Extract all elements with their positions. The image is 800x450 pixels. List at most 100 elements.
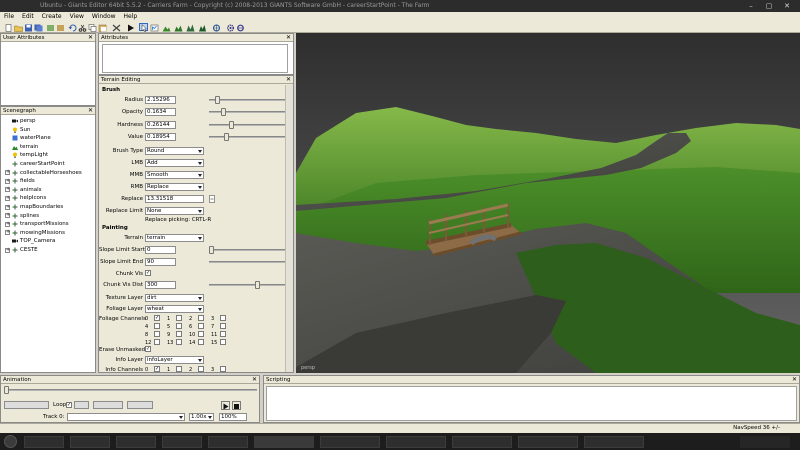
close-icon[interactable]: ✕ — [88, 34, 93, 42]
rmb-select[interactable]: Replace — [145, 183, 204, 191]
play-button[interactable] — [221, 401, 230, 410]
slider-thumb[interactable] — [209, 246, 214, 254]
taskbar-item[interactable] — [452, 436, 512, 448]
scenegraph-item[interactable]: + collectableHorseshoes — [1, 169, 95, 177]
tools-icon[interactable] — [211, 23, 220, 32]
copy-icon[interactable] — [87, 23, 97, 32]
expand-icon[interactable]: + — [5, 221, 10, 227]
channel-checkbox[interactable]: ✓ — [154, 315, 160, 321]
mmb-select[interactable]: Smooth — [145, 171, 204, 179]
hardness-slider[interactable] — [209, 121, 291, 129]
channel-checkbox[interactable] — [198, 339, 204, 345]
network-icon[interactable] — [235, 23, 244, 32]
replace-pick-icon[interactable] — [209, 195, 215, 203]
channel-checkbox[interactable] — [154, 323, 160, 329]
foliage-paint-icon[interactable] — [185, 23, 195, 32]
radius-slider[interactable] — [209, 96, 291, 104]
channel-checkbox[interactable] — [220, 323, 226, 329]
close-icon[interactable]: ✕ — [780, 2, 794, 10]
open-folder-icon[interactable] — [13, 23, 23, 32]
expand-icon[interactable]: + — [5, 204, 10, 210]
texture-layer-select[interactable]: dirt — [145, 294, 204, 302]
opacity-field[interactable]: 0.1634 — [145, 108, 176, 116]
timeline-slider[interactable] — [4, 386, 257, 394]
scenegraph-item[interactable]: terrain — [1, 143, 95, 151]
taskbar-item[interactable] — [116, 436, 156, 448]
start-icon[interactable] — [4, 435, 17, 448]
channel-checkbox[interactable] — [220, 339, 226, 345]
channel-checkbox[interactable] — [176, 339, 182, 345]
erase-unmasked-checkbox[interactable]: ✓ — [145, 346, 151, 352]
scenegraph-item[interactable]: waterPlane — [1, 134, 95, 142]
play-icon[interactable] — [125, 23, 134, 32]
channel-checkbox[interactable] — [220, 331, 226, 337]
close-icon[interactable]: ✕ — [88, 107, 93, 115]
taskbar-item[interactable] — [162, 436, 202, 448]
save-icon[interactable] — [23, 23, 32, 32]
channel-checkbox[interactable] — [176, 315, 182, 321]
expand-icon[interactable]: + — [5, 230, 10, 236]
taskbar-item-active[interactable] — [254, 436, 314, 448]
close-icon[interactable]: ✕ — [286, 76, 291, 84]
slope-limit-start-slider[interactable] — [209, 246, 291, 254]
new-file-icon[interactable] — [3, 23, 12, 32]
expand-icon[interactable]: + — [5, 170, 10, 176]
slope-limit-end-field[interactable]: 90 — [145, 258, 176, 266]
stop-button[interactable] — [232, 401, 241, 410]
menu-help[interactable]: Help — [120, 12, 142, 21]
scenegraph-item[interactable]: persp — [1, 117, 95, 125]
import-icon[interactable] — [45, 23, 54, 31]
taskbar-item[interactable] — [320, 436, 380, 448]
taskbar-item[interactable] — [518, 436, 578, 448]
replace-limit-select[interactable]: None — [145, 207, 204, 215]
export-icon[interactable] — [55, 23, 64, 31]
menu-file[interactable]: File — [0, 12, 18, 21]
select-mode-icon[interactable] — [139, 23, 148, 32]
channel-checkbox[interactable] — [176, 331, 182, 337]
scenegraph-item[interactable]: + helpIcons — [1, 194, 95, 202]
scenegraph-item[interactable]: + mapBoundaries — [1, 203, 95, 211]
expand-icon[interactable]: + — [5, 187, 10, 193]
scenegraph-item[interactable]: + transportMissions — [1, 220, 95, 228]
expand-icon[interactable]: + — [5, 178, 10, 184]
track-select[interactable] — [67, 413, 185, 421]
channel-checkbox[interactable] — [176, 366, 182, 372]
scenegraph-item[interactable]: + splines — [1, 212, 95, 220]
scenegraph-item[interactable]: + CESTE — [1, 246, 95, 254]
maximize-icon[interactable]: ▢ — [762, 2, 776, 10]
slider-thumb[interactable] — [224, 133, 229, 141]
opacity-slider[interactable] — [209, 108, 291, 116]
scenegraph-item[interactable]: tempLight — [1, 151, 95, 159]
slope-limit-start-field[interactable]: 0 — [145, 246, 176, 254]
taskbar-item[interactable] — [70, 436, 110, 448]
close-icon[interactable]: ✕ — [286, 34, 291, 42]
menu-window[interactable]: Window — [88, 12, 120, 21]
channel-checkbox[interactable] — [154, 331, 160, 337]
scenegraph-item[interactable]: Sun — [1, 126, 95, 134]
scrollbar[interactable] — [285, 85, 293, 372]
terrain-sculpt-icon[interactable] — [161, 23, 171, 32]
save-all-icon[interactable] — [33, 23, 43, 32]
channel-checkbox[interactable]: ✓ — [154, 366, 160, 372]
menu-edit[interactable]: Edit — [18, 12, 38, 21]
expand-icon[interactable]: + — [5, 247, 10, 253]
channel-checkbox[interactable] — [198, 315, 204, 321]
info-layer-icon[interactable] — [197, 23, 206, 32]
channel-checkbox[interactable] — [176, 323, 182, 329]
move-icon[interactable] — [149, 23, 159, 32]
close-icon[interactable]: ✕ — [252, 376, 257, 384]
taskbar-item[interactable] — [208, 436, 248, 448]
channel-checkbox[interactable] — [220, 366, 226, 372]
chunk-vis-checkbox[interactable]: ✓ — [145, 270, 151, 276]
brush-type-select[interactable]: Round — [145, 147, 204, 155]
zoom-field[interactable]: 100% — [219, 413, 247, 421]
undo-icon[interactable] — [67, 23, 77, 32]
animation-frame-field[interactable] — [74, 401, 89, 409]
minimize-icon[interactable]: – — [744, 2, 758, 10]
hardness-field[interactable]: 0.26144 — [145, 121, 176, 129]
slope-limit-end-slider[interactable] — [209, 258, 291, 266]
lmb-select[interactable]: Add — [145, 159, 204, 167]
menu-create[interactable]: Create — [38, 12, 66, 21]
chunk-vis-dist-field[interactable]: 300 — [145, 281, 176, 289]
scenegraph-item[interactable]: + animals — [1, 186, 95, 194]
